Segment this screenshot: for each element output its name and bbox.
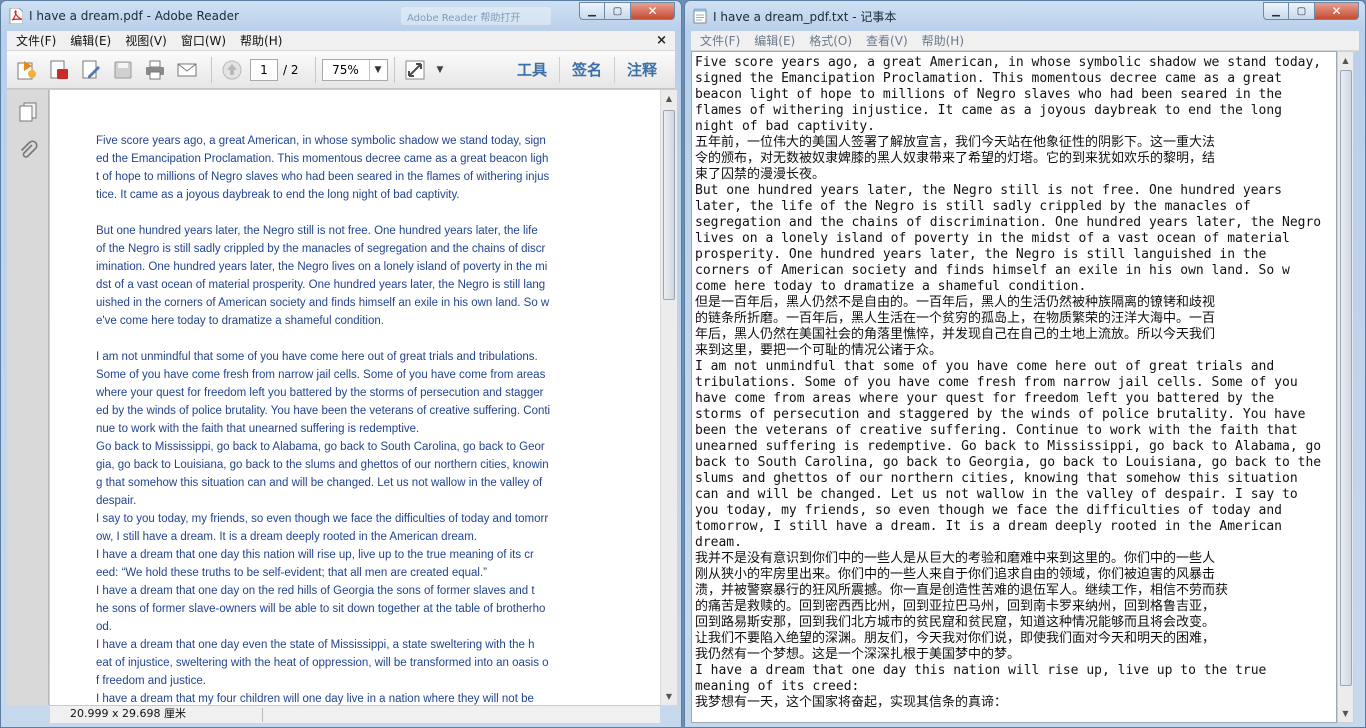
pdf-paragraph: I have a dream that my four children wil… [96, 693, 534, 705]
pdf-file-icon [9, 8, 23, 24]
window-title: I have a dream_pdf.txt - 记事本 [713, 9, 897, 24]
menu-help[interactable]: 帮助(H) [915, 32, 971, 49]
notepad-menubar: 文件(F) 编辑(E) 格式(O) 查看(V) 帮助(H) [691, 31, 1359, 51]
background-window-tab[interactable]: Adobe Reader 帮助打开 [401, 7, 551, 25]
pdf-document-view[interactable]: Five score years ago, a great American, … [50, 90, 660, 705]
minimize-button[interactable]: ▁ [1263, 2, 1289, 20]
page-total-label: / 2 [283, 62, 299, 77]
page-size-label: 20.999 x 29.698 厘米 [70, 707, 186, 720]
email-icon[interactable] [173, 56, 201, 84]
menu-file[interactable]: 文件(F) [693, 32, 747, 49]
menu-file[interactable]: 文件(F) [9, 32, 63, 49]
notepad-icon [693, 8, 707, 24]
window-controls: ▁ ▢ ✕ [1263, 2, 1359, 20]
pdf-paragraph: I am not unmindful that some of you have… [96, 351, 551, 435]
pdf-vertical-scrollbar[interactable]: ▲ ▼ [660, 90, 677, 705]
pdf-paragraph: I have a dream that one day even the sta… [96, 639, 549, 687]
print-icon[interactable] [141, 56, 169, 84]
window-title: I have a dream.pdf - Adobe Reader [29, 9, 239, 23]
pdf-paragraph: Go back to Mississippi, go back to Alaba… [96, 441, 549, 507]
edit-pdf-icon[interactable] [77, 56, 105, 84]
toolbar-separator [314, 56, 316, 83]
maximize-button[interactable]: ▢ [1289, 2, 1315, 20]
task-panes: 工具 签名 注释 [505, 51, 669, 89]
menu-view[interactable]: 查看(V) [859, 32, 915, 49]
scroll-thumb[interactable] [663, 110, 675, 300]
zoom-value: 75% [332, 62, 359, 77]
create-pdf-icon[interactable] [45, 56, 73, 84]
adobe-toolbar: 1 / 2 75% ▼ ▼ 工具 签名 注释 [7, 51, 675, 89]
notepad-titlebar[interactable]: I have a dream_pdf.txt - 记事本 ▁ ▢ ✕ [685, 1, 1365, 31]
sign-pane-button[interactable]: 签名 [558, 57, 614, 83]
previous-page-icon[interactable] [218, 56, 246, 84]
full-screen-icon[interactable] [401, 56, 429, 84]
page-size-status: 20.999 x 29.698 厘米 [50, 705, 660, 723]
zoom-select[interactable]: 75% ▼ [321, 58, 388, 81]
chevron-down-icon[interactable]: ▼ [368, 59, 387, 80]
adobe-menubar: 文件(F) 编辑(E) 视图(V) 窗口(W) 帮助(H) × [7, 31, 675, 51]
adobe-titlebar[interactable]: I have a dream.pdf - Adobe Reader Adobe … [1, 1, 681, 31]
notepad-window: I have a dream_pdf.txt - 记事本 ▁ ▢ ✕ 文件(F)… [684, 0, 1366, 728]
menu-view[interactable]: 视图(V) [118, 32, 174, 49]
pdf-paragraph: I have a dream that one day this nation … [96, 549, 534, 579]
notepad-content: Five score years ago, a great American, … [695, 55, 1322, 710]
close-button[interactable]: ✕ [631, 2, 675, 20]
comment-pane-button[interactable]: 注释 [613, 57, 669, 83]
save-icon[interactable] [109, 56, 137, 84]
scroll-up-icon[interactable]: ▲ [1338, 52, 1353, 69]
scroll-down-icon[interactable]: ▼ [1338, 705, 1353, 722]
toolbar-more-chevron-icon[interactable]: ▼ [437, 65, 444, 75]
attachments-paperclip-icon[interactable] [14, 136, 42, 164]
page-thumbnails-icon[interactable] [14, 98, 42, 126]
close-button[interactable]: ✕ [1315, 2, 1359, 20]
menu-help[interactable]: 帮助(H) [233, 32, 289, 49]
minimize-button[interactable]: ▁ [579, 2, 605, 20]
pdf-page-text: Five score years ago, a great American, … [96, 132, 570, 705]
menu-edit[interactable]: 编辑(E) [747, 32, 802, 49]
menu-window[interactable]: 窗口(W) [174, 32, 233, 49]
tools-pane-button[interactable]: 工具 [505, 57, 559, 83]
navigation-pane [7, 90, 49, 705]
pdf-paragraph: Five score years ago, a great American, … [96, 135, 550, 201]
notepad-vertical-scrollbar[interactable]: ▲ ▼ [1337, 51, 1354, 723]
menu-edit[interactable]: 编辑(E) [63, 32, 118, 49]
pdf-paragraph: I say to you today, my friends, so even … [96, 513, 549, 543]
menu-format[interactable]: 格式(O) [802, 32, 859, 49]
scroll-thumb[interactable] [1340, 70, 1352, 686]
pdf-paragraph: But one hundred years later, the Negro s… [96, 225, 550, 327]
toolbar-separator [393, 56, 395, 83]
scroll-down-icon[interactable]: ▼ [661, 688, 677, 705]
close-document-icon[interactable]: × [656, 33, 667, 48]
adobe-reader-window: I have a dream.pdf - Adobe Reader Adobe … [0, 0, 682, 728]
window-controls: ▁ ▢ ✕ [579, 2, 675, 20]
scroll-up-icon[interactable]: ▲ [661, 90, 677, 107]
toolbar-separator [211, 56, 212, 83]
pdf-paragraph: I have a dream that one day on the red h… [96, 585, 546, 633]
notepad-text-area[interactable]: Five score years ago, a great American, … [691, 51, 1337, 723]
page-number-input[interactable]: 1 [250, 58, 278, 81]
open-file-icon[interactable] [13, 56, 41, 84]
status-divider [262, 708, 263, 722]
maximize-button[interactable]: ▢ [605, 2, 631, 20]
